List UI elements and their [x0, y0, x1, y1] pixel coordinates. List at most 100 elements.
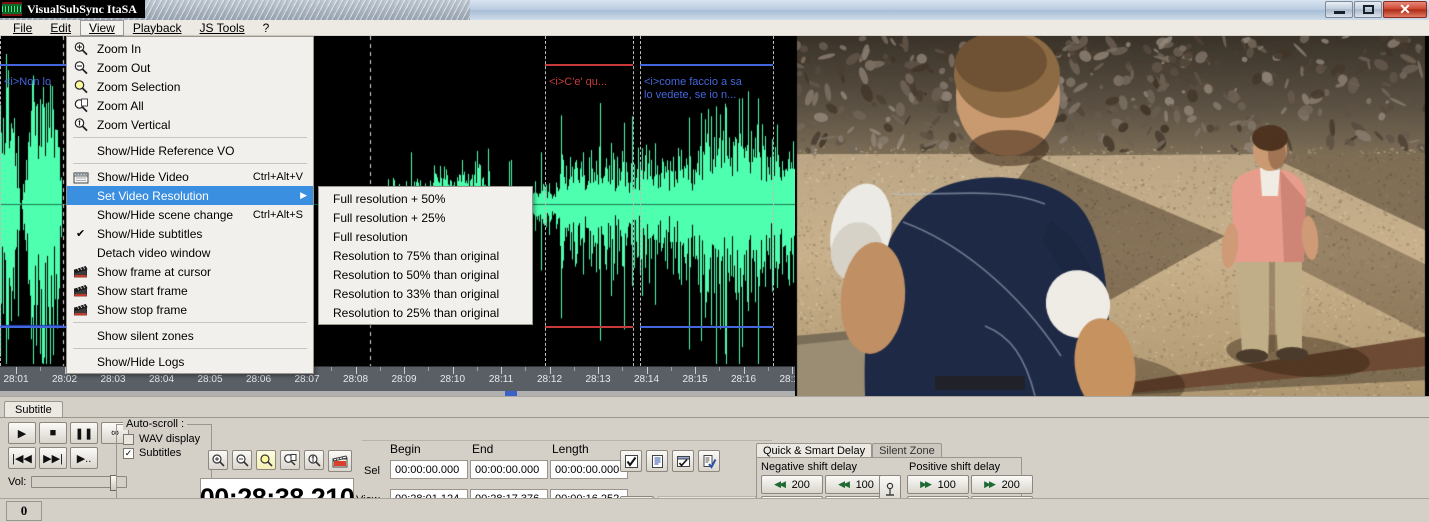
view-dropdown-menu[interactable]: Zoom In Zoom Out Zoom Selection Zoom All Zoo…: [66, 36, 314, 374]
view-menu-item-label: Zoom Selection: [97, 79, 181, 94]
menu-view[interactable]: View: [80, 19, 124, 36]
application-window: VisualSubSync ItaSA ✕ File Edit View Pla…: [0, 0, 1429, 522]
zoom-all-button[interactable]: [280, 450, 300, 470]
subtitle-block-2[interactable]: <i>come faccio a sa lo vedete, se io n..…: [640, 74, 773, 102]
next-button[interactable]: ▶▶|: [39, 447, 67, 469]
resolution-item-0[interactable]: Full resolution + 50%: [319, 189, 532, 208]
sel-end-field[interactable]: 00:00:00.000: [470, 460, 548, 479]
zoom-selection-button[interactable]: [256, 450, 276, 470]
view-menu-item-label: Show/Hide Video: [97, 169, 189, 184]
neg-shift-100-button[interactable]: ◀◀ 100: [825, 475, 887, 494]
resolution-item-1[interactable]: Full resolution + 25%: [319, 208, 532, 227]
play-selection-button[interactable]: ▶..: [70, 447, 98, 469]
menu-js-tools[interactable]: JS Tools: [191, 20, 254, 36]
clapper-icon: [332, 455, 348, 468]
sel-length-field[interactable]: 00:00:00.000: [550, 460, 628, 479]
view-menu-item-show-hide-reference-vo[interactable]: Show/Hide Reference VO: [67, 141, 313, 160]
resolution-item-2[interactable]: Full resolution: [319, 227, 532, 246]
subtitles-checkbox[interactable]: ✓: [123, 447, 134, 459]
show-frame-button[interactable]: [328, 450, 352, 472]
previous-button[interactable]: |◀◀: [8, 447, 36, 469]
view-menu-item-zoom-all[interactable]: Zoom All: [67, 96, 313, 115]
resolution-item-label: Full resolution + 50%: [333, 191, 446, 206]
autoscroll-group: Auto-scroll : WAV display ✓ Subtitles: [116, 418, 212, 500]
menu-file[interactable]: File: [4, 20, 41, 36]
zoom-out-icon: [236, 454, 249, 467]
subtitle-list-button[interactable]: [646, 450, 668, 472]
view-menu-item-show-hide-video[interactable]: Show/Hide Video Ctrl+Alt+V: [67, 167, 313, 186]
menu-help-label: ?: [262, 20, 270, 35]
stop-button[interactable]: ■: [39, 422, 67, 444]
subtitle-block-1[interactable]: <i>C'e' qu...: [545, 74, 633, 89]
minimize-button[interactable]: [1325, 1, 1353, 18]
zoom-selection-icon-holder: [73, 79, 89, 94]
view-menu-item-label: Show frame at cursor: [97, 264, 212, 279]
zoom-out-button[interactable]: [232, 450, 252, 470]
tab-silent-zone[interactable]: Silent Zone: [872, 443, 942, 458]
menu-playback[interactable]: Playback: [124, 20, 191, 36]
pause-button[interactable]: ❚❚: [70, 422, 98, 444]
view-menu-item-show-start-frame[interactable]: Show start frame: [67, 281, 313, 300]
maximize-button[interactable]: [1354, 1, 1382, 18]
pos-shift-200-button[interactable]: ▶▶ 200: [971, 475, 1033, 494]
menu-edit[interactable]: Edit: [41, 20, 80, 36]
view-menu-item-detach-video-window[interactable]: Detach video window: [67, 243, 313, 262]
view-menu-item-set-video-resolution[interactable]: Set Video Resolution ▶: [67, 186, 313, 205]
autoscroll-title: Auto-scroll :: [123, 418, 188, 430]
zoom-in-button[interactable]: [208, 450, 228, 470]
view-menu-item-show-stop-frame[interactable]: Show stop frame: [67, 300, 313, 319]
view-menu-item-show-silent-zones[interactable]: Show silent zones: [67, 326, 313, 345]
sel-begin-field[interactable]: 00:00:00.000: [390, 460, 468, 479]
view-menu-item-show-frame-at-cursor[interactable]: Show frame at cursor: [67, 262, 313, 281]
play-button[interactable]: ▶: [8, 422, 36, 444]
app-logo-icon: [2, 2, 22, 16]
ruler-tick-major: [743, 367, 745, 374]
pos-shift-100-button[interactable]: ▶▶ 100: [907, 475, 969, 494]
view-menu-item-show-hide-subtitles[interactable]: ✔ Show/Hide subtitles: [67, 224, 313, 243]
close-button[interactable]: ✕: [1383, 1, 1427, 18]
subtitle-edge-handle[interactable]: [545, 36, 546, 366]
view-menu-item-show-hide-logs[interactable]: Show/Hide Logs: [67, 352, 313, 371]
view-menu-item-zoom-vertical[interactable]: Zoom Vertical: [67, 115, 313, 134]
resolution-item-4[interactable]: Resolution to 50% than original: [319, 265, 532, 284]
view-menu-item-show-hide-scene-change[interactable]: Show/Hide scene change Ctrl+Alt+S: [67, 205, 313, 224]
previous-icon: |◀◀: [12, 452, 32, 465]
next-icon: ▶▶|: [43, 452, 63, 465]
autoscroll-wav-row[interactable]: WAV display: [123, 433, 211, 445]
tab-subtitle[interactable]: Subtitle: [4, 401, 63, 418]
tab-quick-smart-delay[interactable]: Quick & Smart Delay: [756, 443, 873, 458]
ruler-tick-minor: [476, 367, 478, 371]
resolution-item-3[interactable]: Resolution to 75% than original: [319, 246, 532, 265]
ruler-label: 28:06: [245, 374, 272, 385]
subtitle-edge-handle[interactable]: [0, 36, 1, 366]
autoscroll-subtitles-row[interactable]: ✓ Subtitles: [123, 447, 211, 459]
document-check-button[interactable]: [698, 450, 720, 472]
anchor-icon: [886, 482, 894, 496]
zoom-out-icon-holder: [73, 60, 89, 75]
subtitle-range-bottom-line: [0, 326, 66, 328]
view-menu-item-zoom-selection[interactable]: Zoom Selection: [67, 77, 313, 96]
set-video-resolution-submenu[interactable]: Full resolution + 50% Full resolution + 2…: [318, 186, 533, 325]
subtitle-edge-handle[interactable]: [633, 36, 634, 366]
menu-file-label: File: [13, 20, 33, 35]
video-preview-panel[interactable]: [795, 36, 1429, 396]
positive-shift-label: Positive shift delay: [909, 461, 1001, 473]
view-menu-item-zoom-out[interactable]: Zoom Out: [67, 58, 313, 77]
ruler-tick-major: [646, 367, 648, 374]
wav-display-checkbox[interactable]: [123, 433, 134, 445]
view-menu-item-zoom-in[interactable]: Zoom In: [67, 39, 313, 58]
zoom-selection-icon: [260, 454, 273, 467]
subtitle-edge-handle[interactable]: [773, 36, 774, 366]
check-errors-button[interactable]: [620, 450, 642, 472]
negative-shift-label: Negative shift delay: [761, 461, 857, 473]
subtitle-edge-handle[interactable]: [640, 36, 641, 366]
checklist-window-icon: [676, 455, 690, 467]
resolution-item-6[interactable]: Resolution to 25% than original: [319, 303, 532, 322]
zoom-vertical-button[interactable]: [304, 450, 324, 470]
resolution-item-5[interactable]: Resolution to 33% than original: [319, 284, 532, 303]
menu-help[interactable]: ?: [254, 20, 279, 36]
neg-shift-200-button[interactable]: ◀◀ 200: [761, 475, 823, 494]
volume-slider[interactable]: [31, 475, 128, 491]
checklist-window-button[interactable]: [672, 450, 694, 472]
subtitle-block-0[interactable]: <i>Non lo: [0, 74, 66, 89]
